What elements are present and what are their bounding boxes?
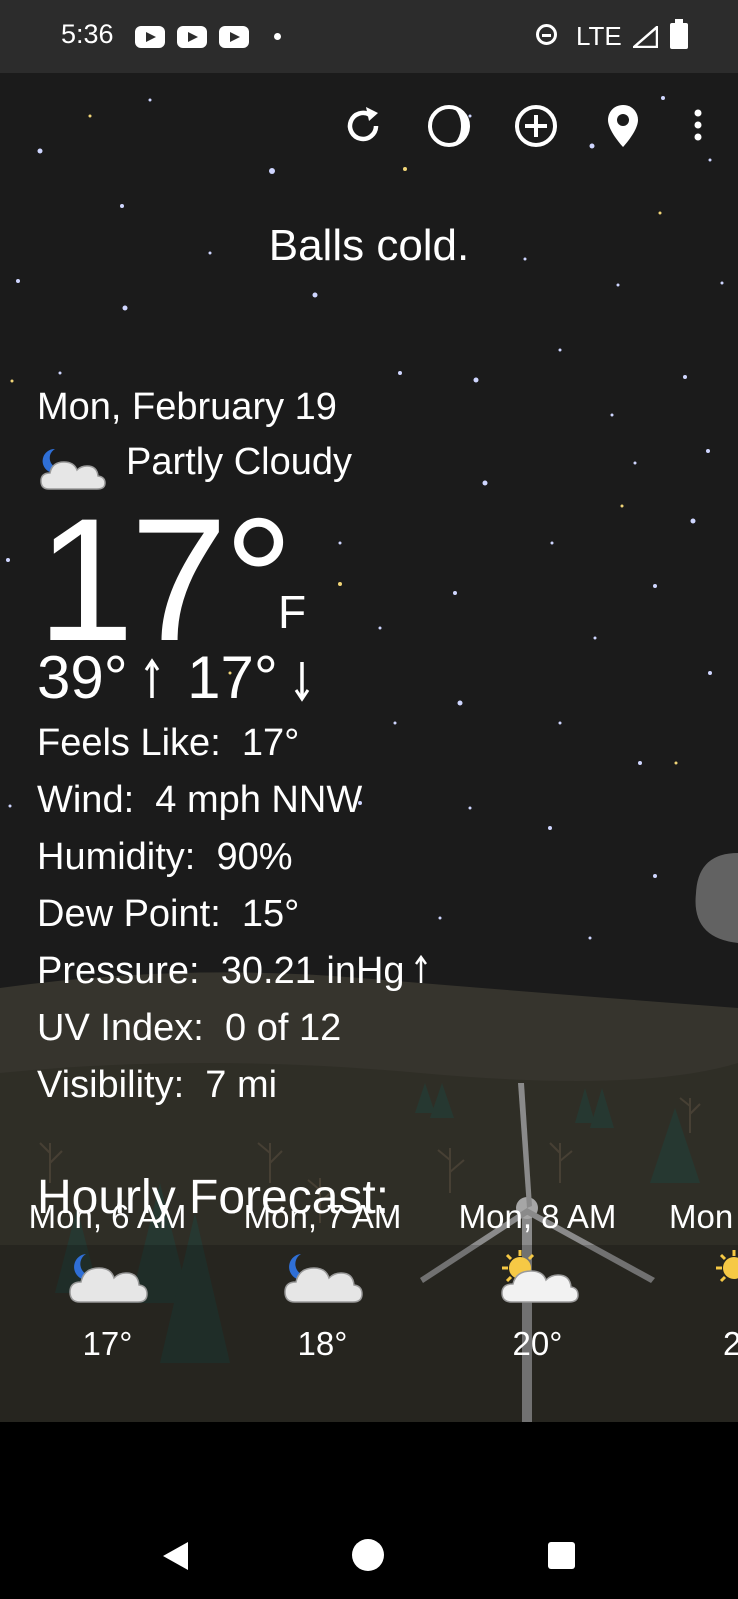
- detail-value: 17°: [241, 722, 300, 764]
- partly-sunny-icon: [716, 1250, 738, 1283]
- theme-button[interactable]: [423, 100, 475, 152]
- hourly-time: Mon, 8 AM: [458, 1198, 617, 1235]
- location-button[interactable]: [597, 100, 649, 152]
- recents-button[interactable]: [548, 1542, 575, 1569]
- network-type: LTE: [576, 21, 622, 51]
- weather-tagline: Balls cold.: [268, 221, 470, 270]
- partly-cloudy-night-icon: [283, 1254, 363, 1303]
- hourly-time: Mon, 7 AM: [243, 1198, 402, 1235]
- detail-value: 90%: [216, 836, 293, 878]
- current-condition: Partly Cloudy: [126, 441, 352, 483]
- detail-visibility: Visibility: 7 mi: [37, 1066, 277, 1104]
- detail-pressure: Pressure: 30.21 inHg: [37, 950, 428, 992]
- hourly-item[interactable]: Mon, 8 AM 20°: [430, 1198, 645, 1363]
- detail-humidity: Humidity: 90%: [37, 838, 293, 876]
- refresh-button[interactable]: [337, 100, 389, 152]
- detail-value: 0 of 12: [225, 1007, 342, 1049]
- detail-label: Wind:: [37, 779, 135, 821]
- detail-label: UV Index:: [37, 1007, 204, 1049]
- youtube-icon: [219, 26, 249, 48]
- hourly-time: Mon: [669, 1198, 734, 1235]
- detail-feels-like: Feels Like: 17°: [37, 724, 299, 762]
- detail-label: Feels Like:: [37, 722, 221, 764]
- arrow-down-icon: [295, 662, 310, 702]
- do-not-disturb-icon: [536, 24, 557, 45]
- detail-dew-point: Dew Point: 15°: [37, 895, 299, 933]
- detail-label: Humidity:: [37, 836, 196, 878]
- detail-label: Visibility:: [37, 1064, 185, 1106]
- detail-label: Dew Point:: [37, 893, 221, 935]
- status-time: 5:36: [61, 19, 114, 49]
- detail-value: 7 mi: [205, 1064, 278, 1106]
- temperature-unit: F: [278, 586, 307, 638]
- current-date: Mon, February 19: [37, 386, 337, 428]
- hourly-temp: 2: [723, 1325, 738, 1362]
- current-temperature: 17°: [37, 483, 294, 678]
- detail-wind: Wind: 4 mph NNW: [37, 781, 362, 819]
- pressure-rising-icon: [415, 954, 428, 983]
- hourly-temp: 18°: [297, 1325, 348, 1362]
- signal-icon: [633, 26, 658, 48]
- low-temperature: 17°: [187, 644, 278, 711]
- hourly-item[interactable]: Mon 2: [645, 1198, 738, 1363]
- battery-icon: [670, 19, 688, 49]
- detail-value: 15°: [241, 893, 300, 935]
- add-location-button[interactable]: [510, 100, 562, 152]
- detail-value: 4 mph NNW: [155, 779, 363, 821]
- refresh-icon: [347, 107, 379, 142]
- dot-icon: [274, 33, 281, 40]
- location-pin-icon: [608, 105, 638, 147]
- partly-cloudy-night-icon: [68, 1254, 148, 1303]
- detail-uv-index: UV Index: 0 of 12: [37, 1009, 341, 1047]
- hourly-time: Mon, 6 AM: [28, 1198, 187, 1235]
- youtube-icon: [177, 26, 207, 48]
- high-low-temperatures: 39° 17°: [37, 648, 310, 708]
- theme-icon: [428, 105, 470, 147]
- high-temperature: 39°: [37, 644, 128, 711]
- hourly-temp: 20°: [512, 1325, 563, 1362]
- hourly-item[interactable]: Mon, 6 AM 17°: [0, 1198, 215, 1363]
- more-options-button[interactable]: [683, 103, 713, 147]
- hourly-temp: 17°: [82, 1325, 133, 1362]
- detail-label: Pressure:: [37, 950, 200, 992]
- arrow-up-icon: [145, 658, 160, 698]
- detail-value: 30.21 inHg: [220, 950, 405, 992]
- home-button[interactable]: [352, 1539, 384, 1571]
- back-button[interactable]: [160, 1540, 190, 1572]
- more-vert-icon: [694, 109, 702, 141]
- hourly-item[interactable]: Mon, 7 AM 18°: [215, 1198, 430, 1363]
- partly-sunny-icon: [500, 1250, 579, 1303]
- navigation-bar: [0, 1422, 738, 1599]
- youtube-icon: [135, 26, 165, 48]
- status-bar: 5:36 LTE: [0, 0, 738, 73]
- add-location-icon: [515, 105, 557, 147]
